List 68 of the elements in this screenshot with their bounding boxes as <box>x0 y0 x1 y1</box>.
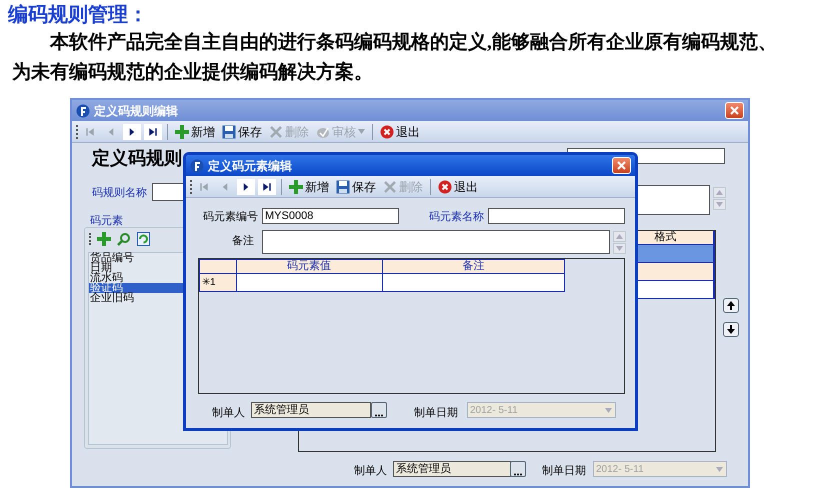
description-paragraph: 本软件产品完全自主自由的进行条码编码规格的定义,能够融合所有企业原有编码规范、为未有编码规范的企业提供编码解决方案。 <box>11 30 778 85</box>
close-button[interactable] <box>725 102 744 119</box>
arrow-down-icon <box>727 325 735 334</box>
move-down-button[interactable] <box>723 322 739 337</box>
cross-icon <box>269 124 283 138</box>
add-element-button[interactable] <box>97 232 111 246</box>
text-field[interactable]: 系统管理员 <box>393 461 511 477</box>
browse-button[interactable] <box>510 461 526 477</box>
caret-down-icon <box>716 202 723 207</box>
dropdown-caret-icon <box>358 129 365 134</box>
cross-icon <box>383 180 397 194</box>
field-label: 备注 <box>232 234 254 249</box>
next-record-button[interactable] <box>123 124 141 140</box>
form-title: 定义码规则 <box>92 147 182 170</box>
corner-header-cell <box>200 259 237 274</box>
save-button[interactable]: 保存 <box>220 122 264 140</box>
exit-button[interactable]: 退出 <box>378 122 422 140</box>
last-record-button[interactable] <box>258 178 276 194</box>
close-button[interactable] <box>612 157 631 174</box>
search-icon <box>117 232 131 246</box>
field-label: 制单日期 <box>414 406 458 421</box>
row-marker: ✳1 <box>200 274 237 292</box>
column-header: 码元素值 <box>236 259 382 274</box>
close-icon <box>730 106 739 115</box>
add-button[interactable]: 新增 <box>173 122 217 140</box>
caret-up-icon <box>716 190 723 195</box>
dropdown-caret-icon <box>716 466 722 472</box>
close-circle-icon <box>438 180 452 194</box>
ellipsis-icon <box>514 473 522 476</box>
window-title: 定义码元素编辑 <box>208 158 293 174</box>
column-header: 备注 <box>382 259 565 274</box>
text-field[interactable] <box>488 208 625 224</box>
browse-button[interactable] <box>371 402 387 418</box>
app-logo-icon <box>190 158 204 172</box>
field-label: 码元素编号 <box>203 210 258 225</box>
plus-icon <box>175 124 189 138</box>
window-title: 定义码规则编辑 <box>94 102 179 120</box>
exit-button[interactable]: 退出 <box>436 178 480 196</box>
search-button[interactable] <box>117 232 131 246</box>
table-cell[interactable] <box>382 274 565 292</box>
add-button[interactable]: 新增 <box>287 178 331 196</box>
next-record-button[interactable] <box>237 178 255 194</box>
save-button[interactable]: 保存 <box>334 178 378 196</box>
close-circle-icon <box>380 124 394 138</box>
field-label: 制单日期 <box>542 464 586 479</box>
text-field[interactable]: 系统管理员 <box>251 402 371 418</box>
field-label: 制单人 <box>354 464 387 479</box>
last-record-button[interactable] <box>144 124 162 140</box>
refresh-button[interactable] <box>137 232 150 246</box>
move-up-button[interactable] <box>723 298 739 313</box>
refresh-document-icon <box>137 232 150 246</box>
app-logo-icon <box>76 104 90 118</box>
caret-down-icon <box>616 246 623 251</box>
ellipsis-icon <box>375 414 383 417</box>
text-field[interactable]: MYS0008 <box>262 208 399 224</box>
arrow-up-icon <box>727 301 735 310</box>
caret-up-icon <box>616 234 623 239</box>
dropdown-caret-icon <box>604 408 612 412</box>
field-label: 制单人 <box>212 406 245 421</box>
field-label: 码规则名称 <box>92 186 147 201</box>
field-label: 码元素 <box>90 214 123 229</box>
plus-icon <box>97 232 111 246</box>
section-heading: 编码规则管理： <box>8 2 149 28</box>
field-label: 码元素名称 <box>429 210 484 225</box>
close-icon <box>617 161 626 170</box>
plus-icon <box>289 180 303 194</box>
table-cell[interactable] <box>236 274 382 292</box>
text-area[interactable] <box>262 230 610 254</box>
